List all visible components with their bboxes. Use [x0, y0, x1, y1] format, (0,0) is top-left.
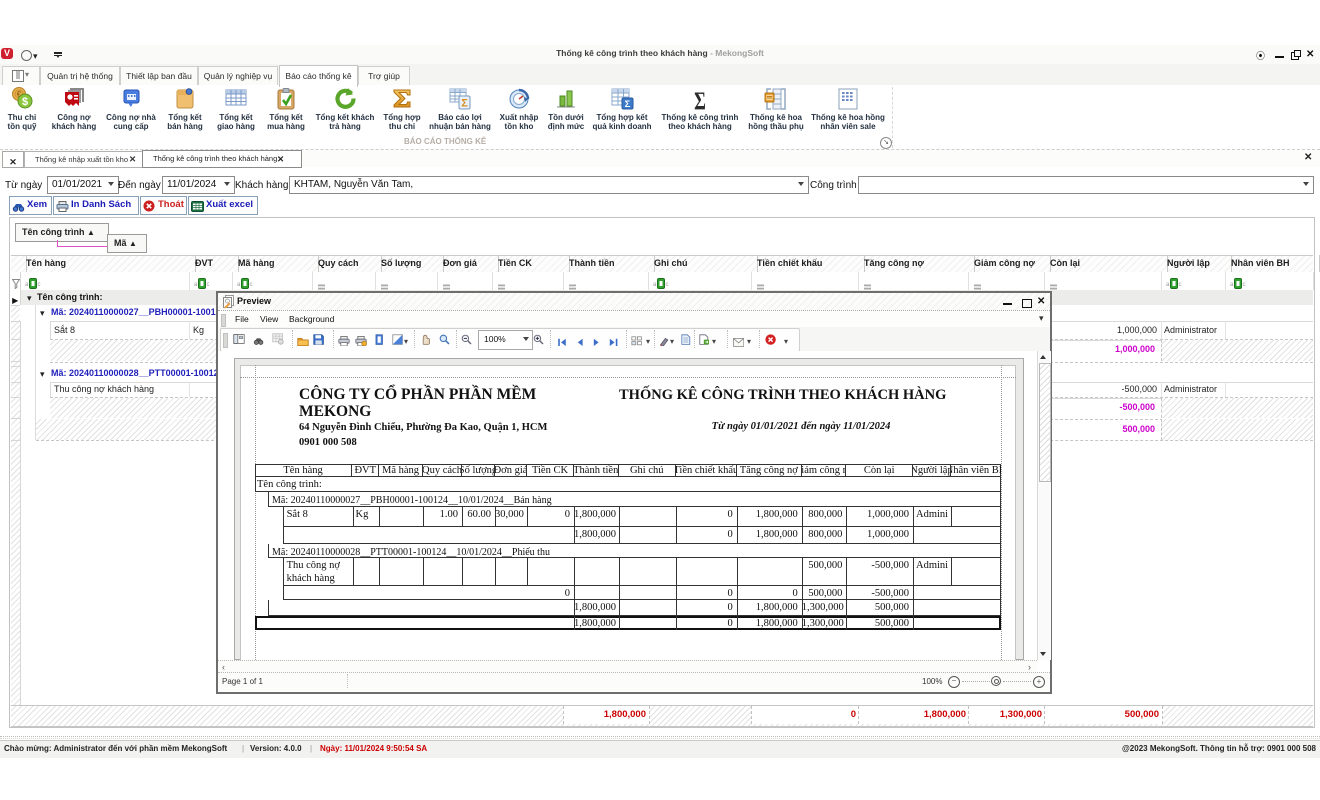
svg-text:c: c: [666, 282, 669, 288]
svg-text:c: c: [1179, 282, 1182, 288]
svg-text:a: a: [653, 282, 657, 288]
svg-text:a: a: [194, 282, 198, 288]
svg-text:a: a: [1166, 282, 1170, 288]
svg-text:Σ: Σ: [694, 87, 706, 113]
svg-text:a: a: [237, 282, 241, 288]
svg-text:a: a: [1230, 282, 1234, 288]
svg-text:c: c: [207, 282, 210, 288]
svg-text:$: $: [22, 96, 28, 108]
svg-text:a: a: [25, 282, 29, 288]
svg-text:c: c: [38, 282, 41, 288]
svg-text:c: c: [250, 282, 253, 288]
svg-text:c: c: [1243, 282, 1246, 288]
svg-text:Σ: Σ: [625, 99, 631, 110]
svg-text:Σ: Σ: [461, 98, 468, 110]
